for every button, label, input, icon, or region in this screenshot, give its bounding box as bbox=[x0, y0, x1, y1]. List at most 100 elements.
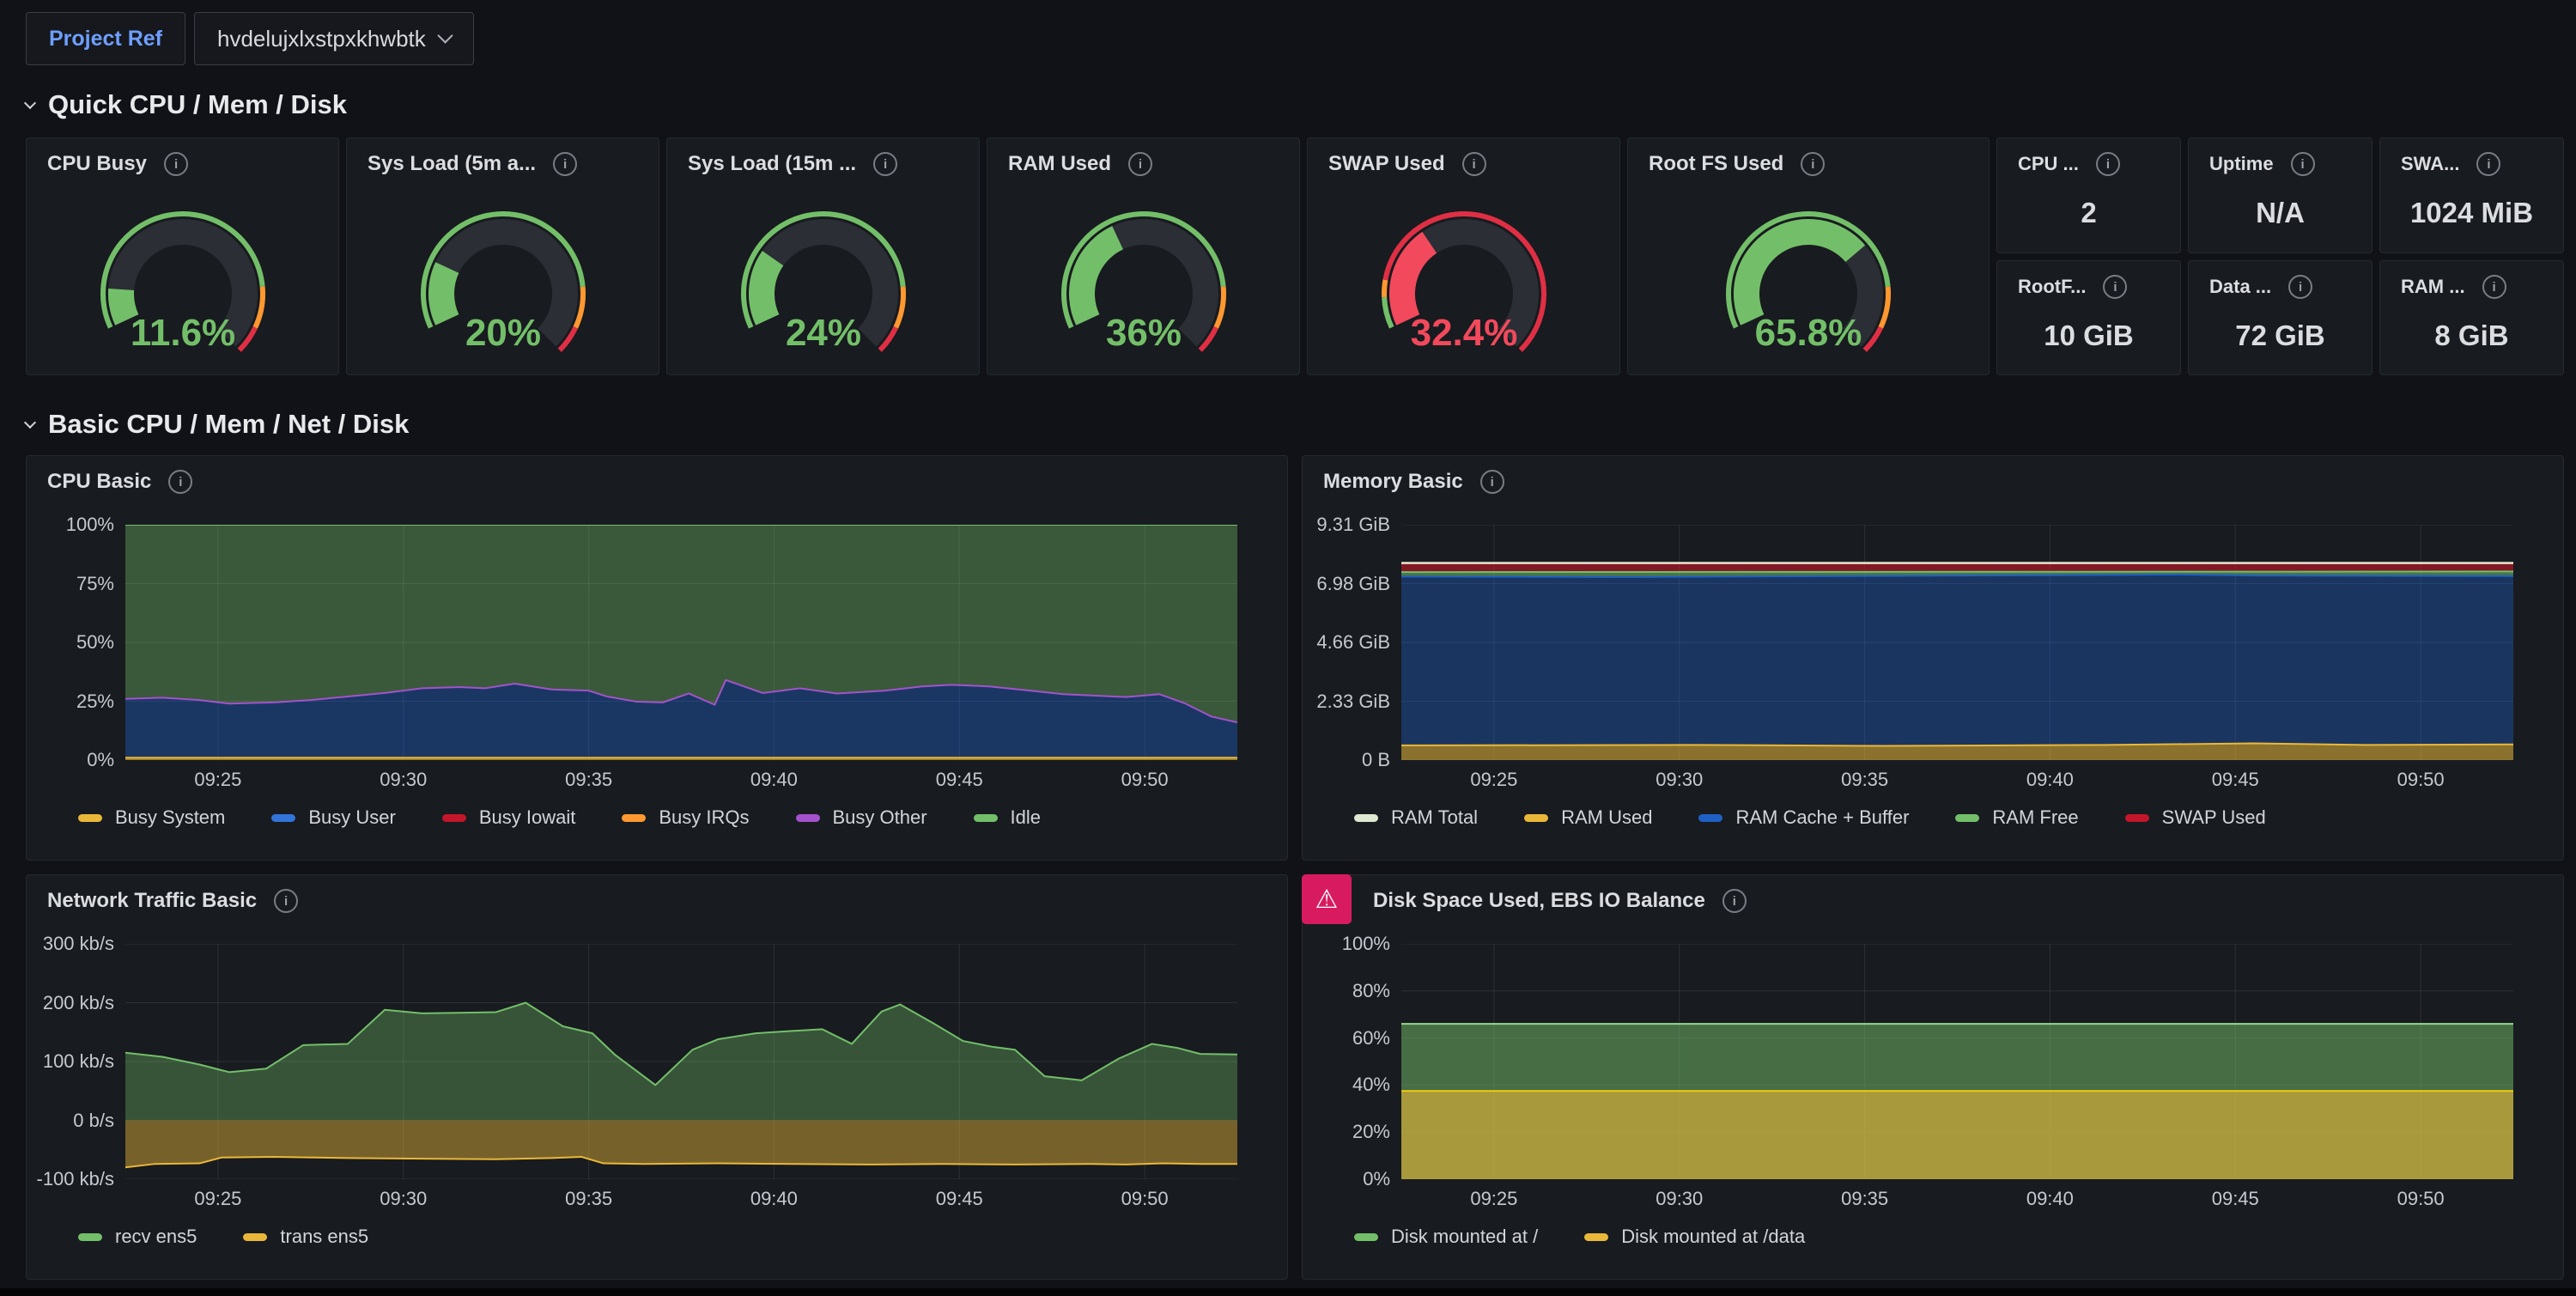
project-ref-dropdown[interactable]: hvdelujxlxstpxkhwbtk bbox=[194, 12, 474, 65]
info-icon[interactable] bbox=[164, 152, 188, 176]
x-tick-label: 09:50 bbox=[1093, 769, 1196, 791]
panel-header[interactable]: Memory Basic bbox=[1303, 456, 2563, 494]
memory-basic-plot[interactable] bbox=[1401, 525, 2513, 760]
panel-swap-total: SWA... 1024 MiB bbox=[2379, 137, 2564, 253]
panel-cpu-busy: CPU Busy 11.6% bbox=[26, 137, 339, 375]
legend-series-color-icon bbox=[271, 814, 295, 822]
chart-legend: recv ens5 trans ens5 bbox=[78, 1226, 1273, 1248]
x-tick-label: 09:25 bbox=[1443, 1188, 1546, 1210]
legend-item[interactable]: RAM Free bbox=[1955, 806, 2078, 829]
panel-title: SWA... bbox=[2401, 153, 2459, 175]
info-icon[interactable] bbox=[274, 889, 298, 913]
legend-item[interactable]: recv ens5 bbox=[78, 1226, 197, 1248]
y-tick-label: 60% bbox=[1303, 1027, 1390, 1050]
panel-title: SWAP Used bbox=[1328, 152, 1445, 176]
y-tick-label: 80% bbox=[1303, 980, 1390, 1002]
y-tick-label: 40% bbox=[1303, 1074, 1390, 1096]
legend-item[interactable]: RAM Used bbox=[1524, 806, 1652, 829]
legend-item[interactable]: Busy Other bbox=[796, 806, 927, 829]
gauge-svg: 36% bbox=[1015, 192, 1273, 360]
legend-item[interactable]: RAM Total bbox=[1354, 806, 1478, 829]
legend-series-color-icon bbox=[2125, 814, 2149, 822]
gauge-svg: 11.6% bbox=[54, 192, 312, 360]
legend-item[interactable]: SWAP Used bbox=[2125, 806, 2266, 829]
y-tick-label: 0 B bbox=[1303, 749, 1390, 771]
panel-header[interactable]: SWA... bbox=[2380, 138, 2563, 176]
info-icon[interactable] bbox=[1128, 152, 1152, 176]
info-icon[interactable] bbox=[1462, 152, 1486, 176]
network-traffic-plot[interactable] bbox=[125, 944, 1237, 1179]
info-icon[interactable] bbox=[873, 152, 897, 176]
panel-header[interactable]: RootF... bbox=[1997, 261, 2180, 299]
info-icon[interactable] bbox=[2288, 275, 2312, 299]
legend-item[interactable]: RAM Cache + Buffer bbox=[1698, 806, 1909, 829]
info-icon[interactable] bbox=[2291, 152, 2315, 176]
info-icon[interactable] bbox=[553, 152, 577, 176]
chart-svg bbox=[125, 944, 1237, 1179]
x-tick-label: 09:35 bbox=[1814, 769, 1917, 791]
grafana-dashboard: Project Ref hvdelujxlxstpxkhwbtk Quick C… bbox=[0, 0, 2576, 1288]
legend-item[interactable]: trans ens5 bbox=[243, 1226, 368, 1248]
project-ref-label: Project Ref bbox=[49, 27, 162, 52]
panel-header[interactable]: CPU ... bbox=[1997, 138, 2180, 176]
legend-item[interactable]: Busy Iowait bbox=[442, 806, 576, 829]
x-tick-label: 09:45 bbox=[908, 1188, 1011, 1210]
info-icon[interactable] bbox=[168, 470, 192, 494]
panel-header[interactable]: RAM Used bbox=[987, 138, 1299, 176]
legend-series-color-icon bbox=[1584, 1233, 1608, 1241]
panel-header[interactable]: CPU Busy bbox=[27, 138, 338, 176]
legend-item[interactable]: Busy IRQs bbox=[622, 806, 749, 829]
legend-series-label: RAM Free bbox=[1992, 806, 2078, 829]
legend-series-color-icon bbox=[78, 1233, 102, 1241]
panel-header[interactable]: Data ... bbox=[2189, 261, 2372, 299]
legend-series-color-icon bbox=[1354, 1233, 1378, 1241]
panel-header[interactable]: Uptime bbox=[2189, 138, 2372, 176]
info-icon[interactable] bbox=[1722, 889, 1747, 913]
x-tick-label: 09:45 bbox=[2184, 1188, 2287, 1210]
panel-header[interactable]: Root FS Used bbox=[1628, 138, 1989, 176]
panel-header[interactable]: CPU Basic bbox=[27, 456, 1287, 494]
legend-series-color-icon bbox=[974, 814, 998, 822]
legend-item[interactable]: Busy User bbox=[271, 806, 395, 829]
gauge-svg: 20% bbox=[374, 192, 632, 360]
project-ref-label-button[interactable]: Project Ref bbox=[26, 12, 185, 65]
gauge-value: 65.8% bbox=[1755, 312, 1862, 354]
panel-header[interactable]: Network Traffic Basic bbox=[27, 875, 1287, 913]
gauge-svg: 32.4% bbox=[1335, 192, 1593, 360]
panel-header[interactable]: Disk Space Used, EBS IO Balance bbox=[1303, 875, 2563, 913]
gauge-value: 32.4% bbox=[1410, 312, 1517, 354]
section-basic-cpu-mem-net-disk[interactable]: Basic CPU / Mem / Net / Disk bbox=[26, 409, 409, 440]
info-icon[interactable] bbox=[2482, 275, 2506, 299]
panel-header[interactable]: SWAP Used bbox=[1308, 138, 1619, 176]
y-tick-label: 75% bbox=[27, 573, 114, 595]
legend-item[interactable]: Disk mounted at /data bbox=[1584, 1226, 1805, 1248]
gauge-value: 11.6% bbox=[130, 312, 234, 354]
panel-header[interactable]: Sys Load (15m ... bbox=[667, 138, 979, 176]
cpu-busy-gauge: 11.6% bbox=[27, 185, 338, 368]
info-icon[interactable] bbox=[2103, 275, 2127, 299]
cpu-basic-plot[interactable] bbox=[125, 525, 1237, 760]
panel-uptime: Uptime N/A bbox=[2188, 137, 2372, 253]
section-quick-cpu-mem-disk[interactable]: Quick CPU / Mem / Disk bbox=[26, 89, 347, 120]
legend-series-color-icon bbox=[796, 814, 820, 822]
alert-icon[interactable]: ⚠ bbox=[1302, 874, 1352, 924]
y-tick-label: 20% bbox=[1303, 1121, 1390, 1143]
panel-header[interactable]: RAM ... bbox=[2380, 261, 2563, 299]
info-icon[interactable] bbox=[2096, 152, 2120, 176]
info-icon[interactable] bbox=[1801, 152, 1825, 176]
info-icon[interactable] bbox=[1480, 470, 1504, 494]
disk-space-plot[interactable] bbox=[1401, 944, 2513, 1179]
panel-header[interactable]: Sys Load (5m a... bbox=[347, 138, 659, 176]
legend-series-color-icon bbox=[1955, 814, 1979, 822]
x-tick-label: 09:30 bbox=[352, 769, 455, 791]
sys-load-15m-gauge: 24% bbox=[667, 185, 979, 368]
legend-item[interactable]: Disk mounted at / bbox=[1354, 1226, 1538, 1248]
y-tick-label: 25% bbox=[27, 691, 114, 713]
legend-series-label: trans ens5 bbox=[280, 1226, 368, 1248]
legend-series-color-icon bbox=[1698, 814, 1722, 822]
legend-item[interactable]: Busy System bbox=[78, 806, 225, 829]
x-tick-label: 09:35 bbox=[538, 769, 641, 791]
legend-item[interactable]: Idle bbox=[974, 806, 1041, 829]
info-icon[interactable] bbox=[2476, 152, 2500, 176]
sys-load-5m-gauge: 20% bbox=[347, 185, 659, 368]
